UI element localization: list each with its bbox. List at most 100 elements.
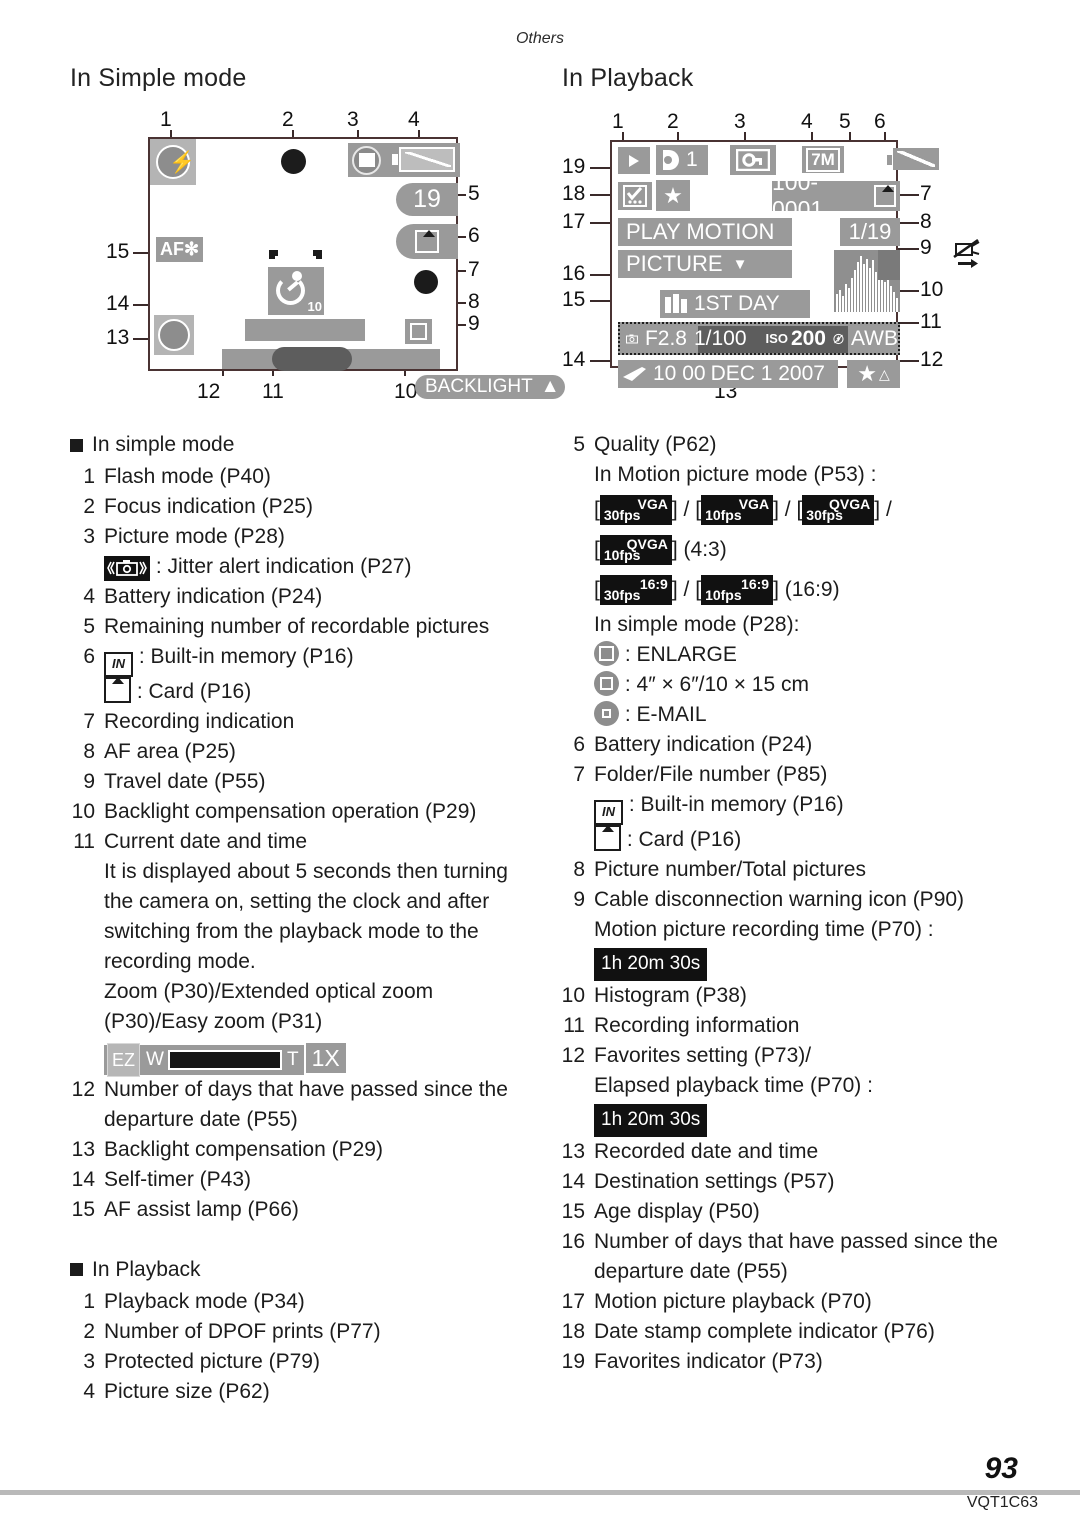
list-item: 17 Motion picture playback (P70) (561, 1289, 872, 1313)
footer-rule (0, 1490, 1080, 1495)
list-item: 3 Protected picture (P79) (83, 1349, 320, 1373)
slash: / (885, 498, 892, 521)
list-item-quality: : 4″ × 6″/10 × 15 cm (560, 670, 1040, 700)
af-area-corner-icon (269, 250, 278, 259)
picture-label: PICTURE (626, 251, 723, 276)
travel-date-icon (405, 319, 432, 344)
callout-simple-14: 14 (106, 292, 130, 315)
dpof-prints-chip: 1 (656, 145, 708, 175)
callout-simple-6: 6 (468, 224, 480, 247)
right-text-column: 5 Quality (P62) In Motion picture mode (P… (560, 430, 1040, 1377)
list-item-time: 1h 20m 30s (560, 1101, 1040, 1137)
left-text-column: In simple mode 1 Flash mode (P40) 2 Focus … (70, 430, 540, 1407)
age-display-value: 1ST DAY (694, 292, 780, 315)
flash-off-icon (833, 333, 844, 344)
destination-settings-icon (623, 367, 646, 381)
age-display-chip: 1ST DAY (660, 290, 810, 318)
quality-4x6-icon (594, 671, 619, 696)
card-note: : Card (P16) (136, 679, 252, 703)
list-item-zoombar: EZ W T 1X (70, 1037, 540, 1077)
wide-label: W (146, 1048, 164, 1070)
fps-icon-10-169: 10fps 16:9 (701, 575, 774, 605)
battery-indication-icon (399, 147, 455, 172)
camera-icon (626, 334, 638, 343)
backlight-label: BACKLIGHT (425, 376, 533, 397)
dpof-icon (663, 150, 679, 170)
battery-indication-icon (893, 148, 939, 170)
callout-simple-1: 1 (160, 108, 172, 131)
list-item: 4 Picture size (P62) (83, 1379, 270, 1403)
list-item: 11 Current date and time (73, 829, 308, 853)
callout-playback-11: 11 (920, 310, 942, 333)
document-code: VQT1C63 (966, 1494, 1038, 1511)
motion-recording-time-value: 1h 20m 30s (594, 947, 708, 981)
callout-simple-4: 4 (408, 108, 420, 131)
list-item-card: : Card (P16) (70, 676, 540, 707)
callout-playback-8: 8 (920, 210, 932, 233)
bracket-close: ] (671, 498, 678, 521)
callout-playback-4: 4 (801, 110, 813, 133)
list-item: 5 Remaining number of recordable pictures (83, 615, 490, 638)
aspect-ratio-169: (16:9) (784, 578, 840, 601)
bracket-close: ] (671, 578, 678, 601)
list-item: 12 Favorites setting (P73)/ (561, 1043, 812, 1067)
recorded-time: 10 00 (653, 362, 706, 385)
self-timer-seconds: 10 (307, 299, 322, 314)
list-item-time: 1h 20m 30s (560, 945, 1040, 981)
picture-mode-inner-square (359, 153, 375, 167)
current-date-time-bar (245, 319, 365, 341)
callout-simple-10: 10 (394, 380, 418, 403)
list-item: 16 Number of days that have passed since … (561, 1229, 998, 1283)
list-item-fps-row: [10fps QVGA] (4:3) (560, 530, 1040, 570)
callout-simple-5: 5 (468, 182, 480, 205)
slash: / (683, 498, 690, 521)
list-item-fps-row: [30fps 16:9] / [10fps 16:9] (16:9) (560, 570, 1040, 610)
list-item: 3 Picture mode (P28) (83, 525, 285, 548)
list-item: 1 Flash mode (P40) (83, 465, 271, 488)
callout-playback-2: 2 (667, 110, 679, 133)
list-item: 14 Destination settings (P57) (561, 1169, 835, 1193)
callout-playback-9: 9 (920, 236, 932, 259)
fps-icon-30-qvga: 30fps QVGA (802, 495, 875, 525)
builtin-note: : Built-in memory (P16) (138, 645, 354, 668)
callout-playback-17: 17 (562, 210, 586, 233)
callout-playback-12: 12 (920, 348, 944, 371)
list-item-quality: : ENLARGE (560, 640, 1040, 670)
list-item: 15 Age display (P50) (561, 1199, 760, 1223)
quality-enlarge-label: : ENLARGE (624, 643, 737, 666)
bullet-square-icon (70, 1263, 83, 1276)
iso-label: ISO (765, 331, 788, 346)
list-item-jitter: : Jitter alert indication (P27) (70, 552, 540, 582)
card-note: : Card (P16) (626, 827, 742, 851)
card-icon (874, 185, 896, 207)
manual-page: Others In Simple mode 1 2 3 4 5 6 7 8 9 … (0, 0, 1080, 1534)
running-head: Others (515, 30, 564, 47)
section-title-playback: In Playback (562, 64, 694, 92)
callout-playback-15: 15 (562, 288, 586, 311)
list-item: 19 Favorites indicator (P73) (561, 1349, 823, 1373)
quality-enlarge-icon (594, 641, 619, 666)
backlight-up-arrow-icon: ▲ (540, 376, 560, 397)
card-icon (594, 824, 621, 851)
list-item: 1 Playback mode (P34) (83, 1289, 305, 1313)
picture-number-total: 1/19 (840, 218, 900, 246)
bracket-close: ] (874, 498, 881, 521)
list-item: 13 Backlight compensation (P29) (71, 1137, 383, 1161)
recorded-date: DEC 1 2007 (710, 362, 825, 385)
cable-disconnection-warning-icon (953, 238, 980, 268)
list-item: 5 Quality (P62) (573, 433, 717, 456)
playback-mode-icon (618, 147, 650, 174)
callout-playback-16: 16 (562, 262, 586, 285)
fps-icon-30-vga: 30fps VGA (599, 495, 672, 525)
playback-item-list-left: 1 Playback mode (P34) 2 Number of DPOF pri… (70, 1287, 540, 1407)
left-group-title-playback: In Playback (70, 1255, 540, 1285)
flash-mode-icon-bg: ⚡ (150, 139, 196, 185)
focus-indication-icon (281, 149, 306, 174)
af-area-corner-icon (313, 250, 322, 259)
list-item: 18 Date stamp complete indicator (P76) (561, 1319, 935, 1343)
slash: / (784, 498, 791, 521)
list-item: 2 Number of DPOF prints (P77) (83, 1319, 381, 1343)
fps-icon-10-qvga: 10fps QVGA (599, 535, 672, 565)
backlight-operation-chip: BACKLIGHT ▲ (415, 375, 565, 399)
list-item: 6 Battery indication (P24) (573, 733, 813, 756)
